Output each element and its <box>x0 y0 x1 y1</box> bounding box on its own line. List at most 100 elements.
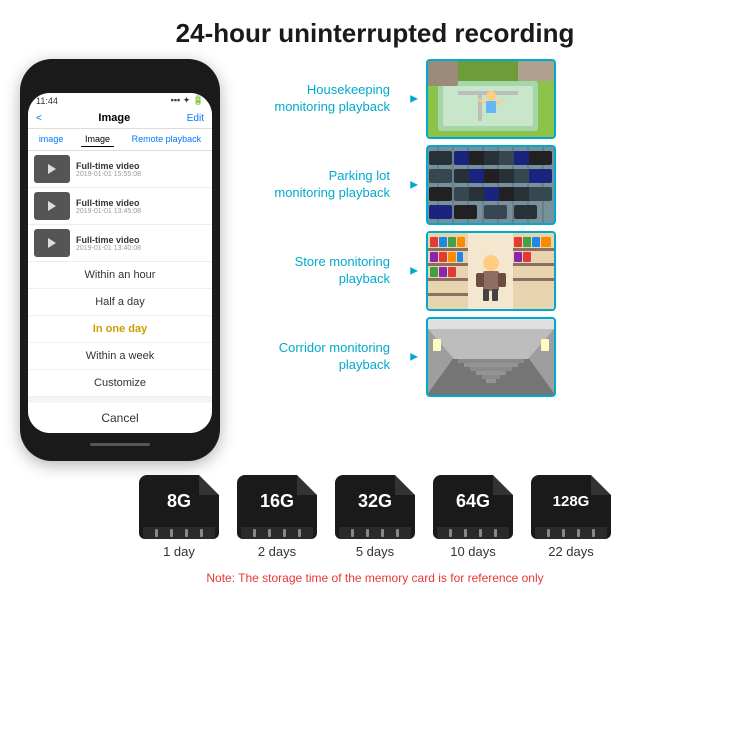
sd-card-32g-notch <box>339 527 411 539</box>
play-icon-2 <box>48 201 56 211</box>
corridor-scene <box>428 319 554 395</box>
video-list: Full-time video 2019-01-01 15:55:08 Full… <box>28 151 212 262</box>
video-info-3: Full-time video 2019-01-01 13:40:08 <box>76 235 206 252</box>
video-date-1: 2019-01-01 15:55:08 <box>76 171 206 178</box>
notch-line-7 <box>283 529 286 537</box>
video-info-2: Full-time video 2019-01-01 13:45:08 <box>76 198 206 215</box>
storage-section: 8G 1 day 16G 2 days <box>0 461 750 585</box>
notch-line-19 <box>577 529 580 537</box>
sd-card-16g-label: 16G <box>260 491 294 512</box>
sd-card-8g-label: 8G <box>167 491 191 512</box>
monitoring-row-4: Corridor monitoringplayback <box>240 317 740 397</box>
sd-card-8g: 8G <box>139 475 219 539</box>
phone-screen: 11:44 ▪▪▪ ✦ 🔋 < Image Edit image Image R… <box>28 93 212 433</box>
monitoring-row-2: Parking lotmonitoring playback <box>240 145 740 225</box>
store-scene <box>428 233 554 309</box>
arrow-1 <box>398 91 418 107</box>
dropdown-item-3[interactable]: In one day <box>28 316 212 343</box>
notch-line-8 <box>298 529 301 537</box>
notch-line-11 <box>381 529 384 537</box>
parking-scene <box>428 147 554 223</box>
notch-line-2 <box>170 529 173 537</box>
phone-section: 11:44 ▪▪▪ ✦ 🔋 < Image Edit image Image R… <box>10 59 230 461</box>
notch-line-13 <box>449 529 452 537</box>
phone-home-bar <box>28 437 212 451</box>
dropdown-item-5[interactable]: Customize <box>28 370 212 397</box>
main-content: 11:44 ▪▪▪ ✦ 🔋 < Image Edit image Image R… <box>0 59 750 461</box>
phone-notch <box>80 69 160 89</box>
tab-image[interactable]: image <box>35 132 68 147</box>
monitoring-label-2: Parking lotmonitoring playback <box>240 168 390 202</box>
arrow-3 <box>398 263 418 279</box>
sd-card-16g: 16G <box>237 475 317 539</box>
sd-card-32g-label: 32G <box>358 491 392 512</box>
monitoring-row-1: Housekeepingmonitoring playback <box>240 59 740 139</box>
notch-line-16 <box>494 529 497 537</box>
monitoring-image-2 <box>426 145 556 225</box>
storage-card-64g: 64G 10 days <box>433 475 513 559</box>
storage-days-32g: 5 days <box>356 544 394 559</box>
video-title-2: Full-time video <box>76 198 206 208</box>
nav-title: Image <box>98 112 130 124</box>
sd-card-8g-notch <box>143 527 215 539</box>
monitoring-label-4: Corridor monitoringplayback <box>240 340 390 374</box>
dropdown-item-1[interactable]: Within an hour <box>28 262 212 289</box>
page-title: 24-hour uninterrupted recording <box>20 18 730 49</box>
sd-card-16g-notch <box>241 527 313 539</box>
play-icon-3 <box>48 238 56 248</box>
notch-line-5 <box>253 529 256 537</box>
storage-days-8g: 1 day <box>163 544 195 559</box>
phone-signal: ▪▪▪ ✦ 🔋 <box>171 95 204 106</box>
storage-note: Note: The storage time of the memory car… <box>206 571 543 585</box>
phone-tabs: image Image Remote playback <box>28 129 212 151</box>
sd-card-128g-label: 128G <box>553 493 590 510</box>
storage-card-8g: 8G 1 day <box>139 475 219 559</box>
housekeeping-scene <box>428 61 554 137</box>
notch-line-20 <box>592 529 595 537</box>
phone-time: 11:44 <box>36 96 58 106</box>
video-info-1: Full-time video 2019-01-01 15:55:08 <box>76 161 206 178</box>
sd-card-64g-notch <box>437 527 509 539</box>
storage-card-16g: 16G 2 days <box>237 475 317 559</box>
phone-nav-bar: < Image Edit <box>28 108 212 129</box>
storage-days-128g: 22 days <box>548 544 594 559</box>
monitoring-label-1: Housekeepingmonitoring playback <box>240 82 390 116</box>
sd-card-64g: 64G <box>433 475 513 539</box>
monitoring-row-3: Store monitoringplayback <box>240 231 740 311</box>
video-thumb-2 <box>34 192 70 220</box>
tab-remote-playback[interactable]: Remote playback <box>128 132 206 147</box>
dropdown-item-4[interactable]: Within a week <box>28 343 212 370</box>
notch-line-6 <box>268 529 271 537</box>
sd-card-128g: 128G <box>531 475 611 539</box>
dropdown-cancel-button[interactable]: Cancel <box>28 397 212 433</box>
video-thumb-3 <box>34 229 70 257</box>
storage-card-32g: 32G 5 days <box>335 475 415 559</box>
video-title-3: Full-time video <box>76 235 206 245</box>
video-title-1: Full-time video <box>76 161 206 171</box>
tab-image-active[interactable]: Image <box>81 132 114 147</box>
video-item-2[interactable]: Full-time video 2019-01-01 13:45:08 <box>28 188 212 225</box>
storage-days-16g: 2 days <box>258 544 296 559</box>
notch-line-3 <box>185 529 188 537</box>
arrow-2 <box>398 177 418 193</box>
video-item-1[interactable]: Full-time video 2019-01-01 15:55:08 <box>28 151 212 188</box>
dropdown-item-2[interactable]: Half a day <box>28 289 212 316</box>
video-item-3[interactable]: Full-time video 2019-01-01 13:40:08 <box>28 225 212 262</box>
notch-line-1 <box>155 529 158 537</box>
monitoring-image-4 <box>426 317 556 397</box>
notch-line-12 <box>396 529 399 537</box>
storage-card-128g: 128G 22 days <box>531 475 611 559</box>
monitoring-section: Housekeepingmonitoring playback <box>240 59 740 461</box>
storage-cards: 8G 1 day 16G 2 days <box>139 475 611 559</box>
notch-line-17 <box>547 529 550 537</box>
dropdown-menu: Within an hour Half a day In one day Wit… <box>28 262 212 397</box>
monitoring-image-3 <box>426 231 556 311</box>
nav-back-button[interactable]: < <box>36 113 42 124</box>
storage-days-64g: 10 days <box>450 544 496 559</box>
phone-mockup: 11:44 ▪▪▪ ✦ 🔋 < Image Edit image Image R… <box>20 59 220 461</box>
page-header: 24-hour uninterrupted recording <box>0 0 750 59</box>
nav-edit-button[interactable]: Edit <box>187 113 204 124</box>
play-icon-1 <box>48 164 56 174</box>
notch-line-9 <box>351 529 354 537</box>
home-bar-line <box>90 443 150 446</box>
